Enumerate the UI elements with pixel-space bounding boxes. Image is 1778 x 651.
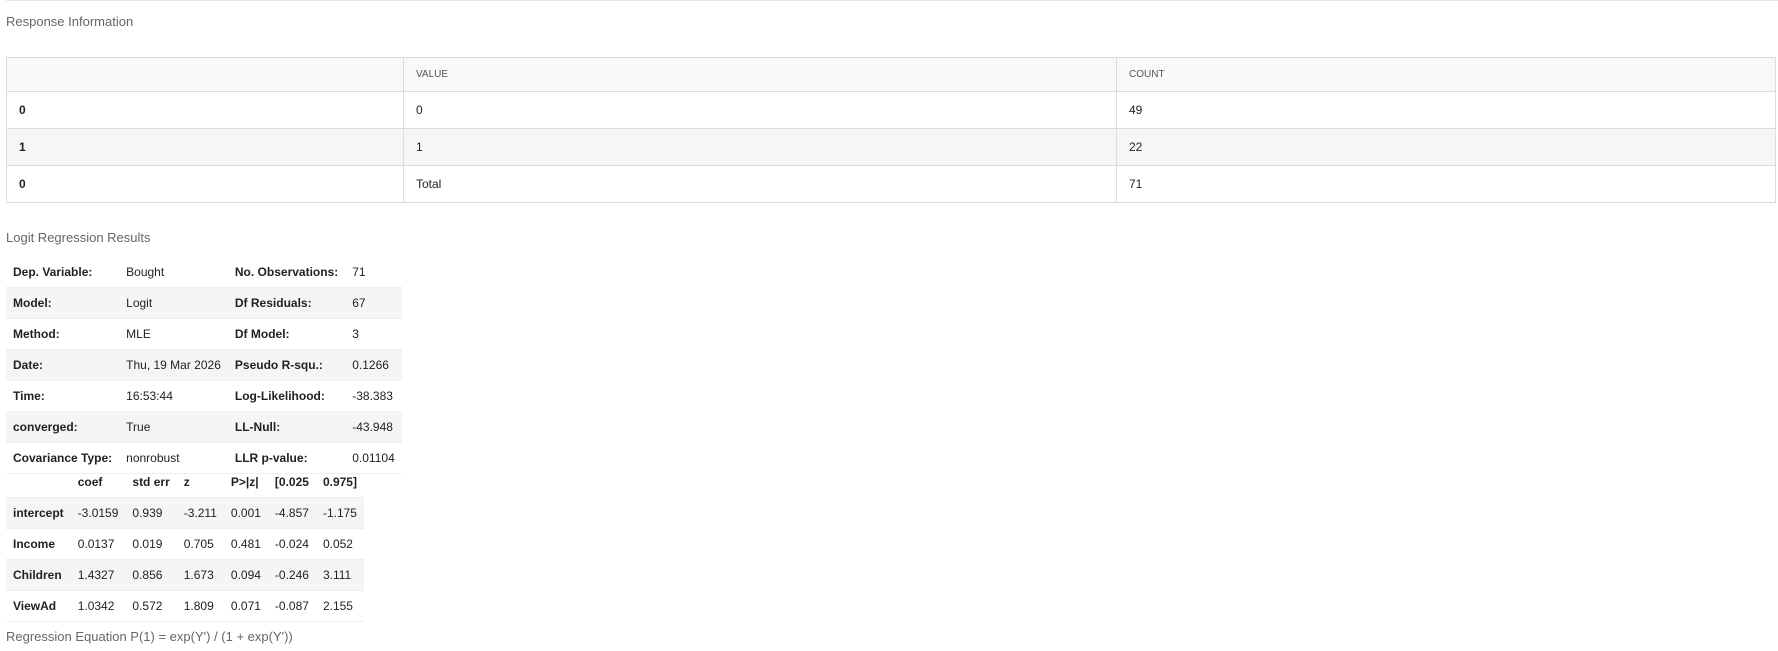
stderr-value: 0.856 bbox=[125, 559, 177, 591]
summary-label: Time: bbox=[6, 380, 120, 412]
row-index: 1 bbox=[6, 128, 404, 166]
coef-row-name: ViewAd bbox=[6, 590, 71, 622]
coef-header-coef: coef bbox=[70, 467, 126, 498]
coef-row-name: Children bbox=[6, 559, 71, 591]
summary-label: LL-Null: bbox=[227, 411, 346, 443]
logit-summary-table: Dep. Variable: Bought No. Observations: … bbox=[6, 257, 402, 474]
coef-header-pvalue: P>|z| bbox=[223, 467, 268, 498]
coef-header-ci-high: 0.975] bbox=[315, 467, 364, 498]
summary-row: Time: 16:53:44 Log-Likelihood: -38.383 bbox=[6, 380, 402, 412]
row-value: 1 bbox=[403, 128, 1117, 166]
summary-label: Df Residuals: bbox=[227, 287, 346, 319]
response-table-header: VALUE COUNT bbox=[6, 57, 1776, 92]
table-row: 1 1 22 bbox=[6, 128, 1776, 166]
summary-row: converged: True LL-Null: -43.948 bbox=[6, 411, 402, 443]
coef-header-stderr: std err bbox=[125, 467, 177, 498]
regression-equation: Regression Equation P(1) = exp(Y') / (1 … bbox=[6, 629, 293, 644]
ci-low-value: -0.087 bbox=[267, 590, 316, 622]
coef-row: Income 0.0137 0.019 0.705 0.481 -0.024 0… bbox=[6, 528, 364, 560]
coef-header-ci-low: [0.025 bbox=[267, 467, 316, 498]
summary-value: 67 bbox=[345, 287, 402, 319]
summary-label: Model: bbox=[6, 287, 120, 319]
coef-value: 1.4327 bbox=[70, 559, 126, 591]
summary-label: Pseudo R-squ.: bbox=[227, 349, 346, 381]
summary-value: MLE bbox=[119, 318, 228, 350]
coef-value: 0.0137 bbox=[70, 528, 126, 560]
summary-value: 0.1266 bbox=[345, 349, 402, 381]
z-value: 1.809 bbox=[176, 590, 224, 622]
stderr-value: 0.939 bbox=[125, 497, 177, 529]
row-value: 0 bbox=[403, 91, 1117, 129]
coef-value: 1.0342 bbox=[70, 590, 126, 622]
row-value: Total bbox=[403, 165, 1117, 203]
coef-row: intercept -3.0159 0.939 -3.211 0.001 -4.… bbox=[6, 497, 364, 529]
top-divider bbox=[6, 0, 1778, 1]
p-value: 0.094 bbox=[223, 559, 268, 591]
response-section-title: Response Information bbox=[6, 14, 134, 29]
z-value: 0.705 bbox=[176, 528, 224, 560]
summary-label: Date: bbox=[6, 349, 120, 381]
p-value: 0.071 bbox=[223, 590, 268, 622]
summary-value: True bbox=[119, 411, 228, 443]
z-value: -3.211 bbox=[176, 497, 224, 529]
coef-value: -3.0159 bbox=[70, 497, 126, 529]
summary-label: Dep. Variable: bbox=[6, 257, 120, 288]
summary-value: 3 bbox=[345, 318, 402, 350]
summary-row: Dep. Variable: Bought No. Observations: … bbox=[6, 257, 402, 288]
ci-low-value: -0.024 bbox=[267, 528, 316, 560]
summary-label: Log-Likelihood: bbox=[227, 380, 346, 412]
coef-row-name: Income bbox=[6, 528, 71, 560]
row-count: 49 bbox=[1116, 91, 1776, 129]
logit-section-title: Logit Regression Results bbox=[6, 230, 151, 245]
coef-row-name: intercept bbox=[6, 497, 71, 529]
ci-low-value: -0.246 bbox=[267, 559, 316, 591]
coef-row: Children 1.4327 0.856 1.673 0.094 -0.246… bbox=[6, 559, 364, 591]
ci-low-value: -4.857 bbox=[267, 497, 316, 529]
coefficients-table: coef std err z P>|z| [0.025 0.975] inter… bbox=[6, 467, 364, 622]
summary-value: -43.948 bbox=[345, 411, 402, 443]
summary-label: converged: bbox=[6, 411, 120, 443]
coef-header-z: z bbox=[176, 467, 224, 498]
summary-value: 71 bbox=[345, 257, 402, 288]
table-row: 0 0 49 bbox=[6, 91, 1776, 129]
summary-label: Method: bbox=[6, 318, 120, 350]
ci-high-value: 2.155 bbox=[315, 590, 364, 622]
row-count: 22 bbox=[1116, 128, 1776, 166]
ci-high-value: -1.175 bbox=[315, 497, 364, 529]
summary-label: Df Model: bbox=[227, 318, 346, 350]
summary-value: -38.383 bbox=[345, 380, 402, 412]
ci-high-value: 0.052 bbox=[315, 528, 364, 560]
summary-row: Model: Logit Df Residuals: 67 bbox=[6, 287, 402, 319]
summary-value: Logit bbox=[119, 287, 228, 319]
summary-row: Date: Thu, 19 Mar 2026 Pseudo R-squ.: 0.… bbox=[6, 349, 402, 381]
column-header-value[interactable]: VALUE bbox=[403, 57, 1117, 92]
stderr-value: 0.572 bbox=[125, 590, 177, 622]
row-index: 0 bbox=[6, 165, 404, 203]
row-count: 71 bbox=[1116, 165, 1776, 203]
coef-header-row: coef std err z P>|z| [0.025 0.975] bbox=[6, 467, 364, 498]
response-table: VALUE COUNT 0 0 49 1 1 22 0 Total 71 bbox=[6, 57, 1776, 203]
p-value: 0.001 bbox=[223, 497, 268, 529]
p-value: 0.481 bbox=[223, 528, 268, 560]
z-value: 1.673 bbox=[176, 559, 224, 591]
summary-value: Bought bbox=[119, 257, 228, 288]
coef-row: ViewAd 1.0342 0.572 1.809 0.071 -0.087 2… bbox=[6, 590, 364, 622]
row-index: 0 bbox=[6, 91, 404, 129]
coef-header-blank bbox=[6, 467, 71, 498]
summary-value: 16:53:44 bbox=[119, 380, 228, 412]
column-header-index[interactable] bbox=[6, 57, 404, 92]
column-header-count[interactable]: COUNT bbox=[1116, 57, 1776, 92]
table-row: 0 Total 71 bbox=[6, 165, 1776, 203]
summary-value: Thu, 19 Mar 2026 bbox=[119, 349, 228, 381]
summary-row: Method: MLE Df Model: 3 bbox=[6, 318, 402, 350]
ci-high-value: 3.111 bbox=[315, 559, 364, 591]
summary-label: No. Observations: bbox=[227, 257, 346, 288]
stderr-value: 0.019 bbox=[125, 528, 177, 560]
